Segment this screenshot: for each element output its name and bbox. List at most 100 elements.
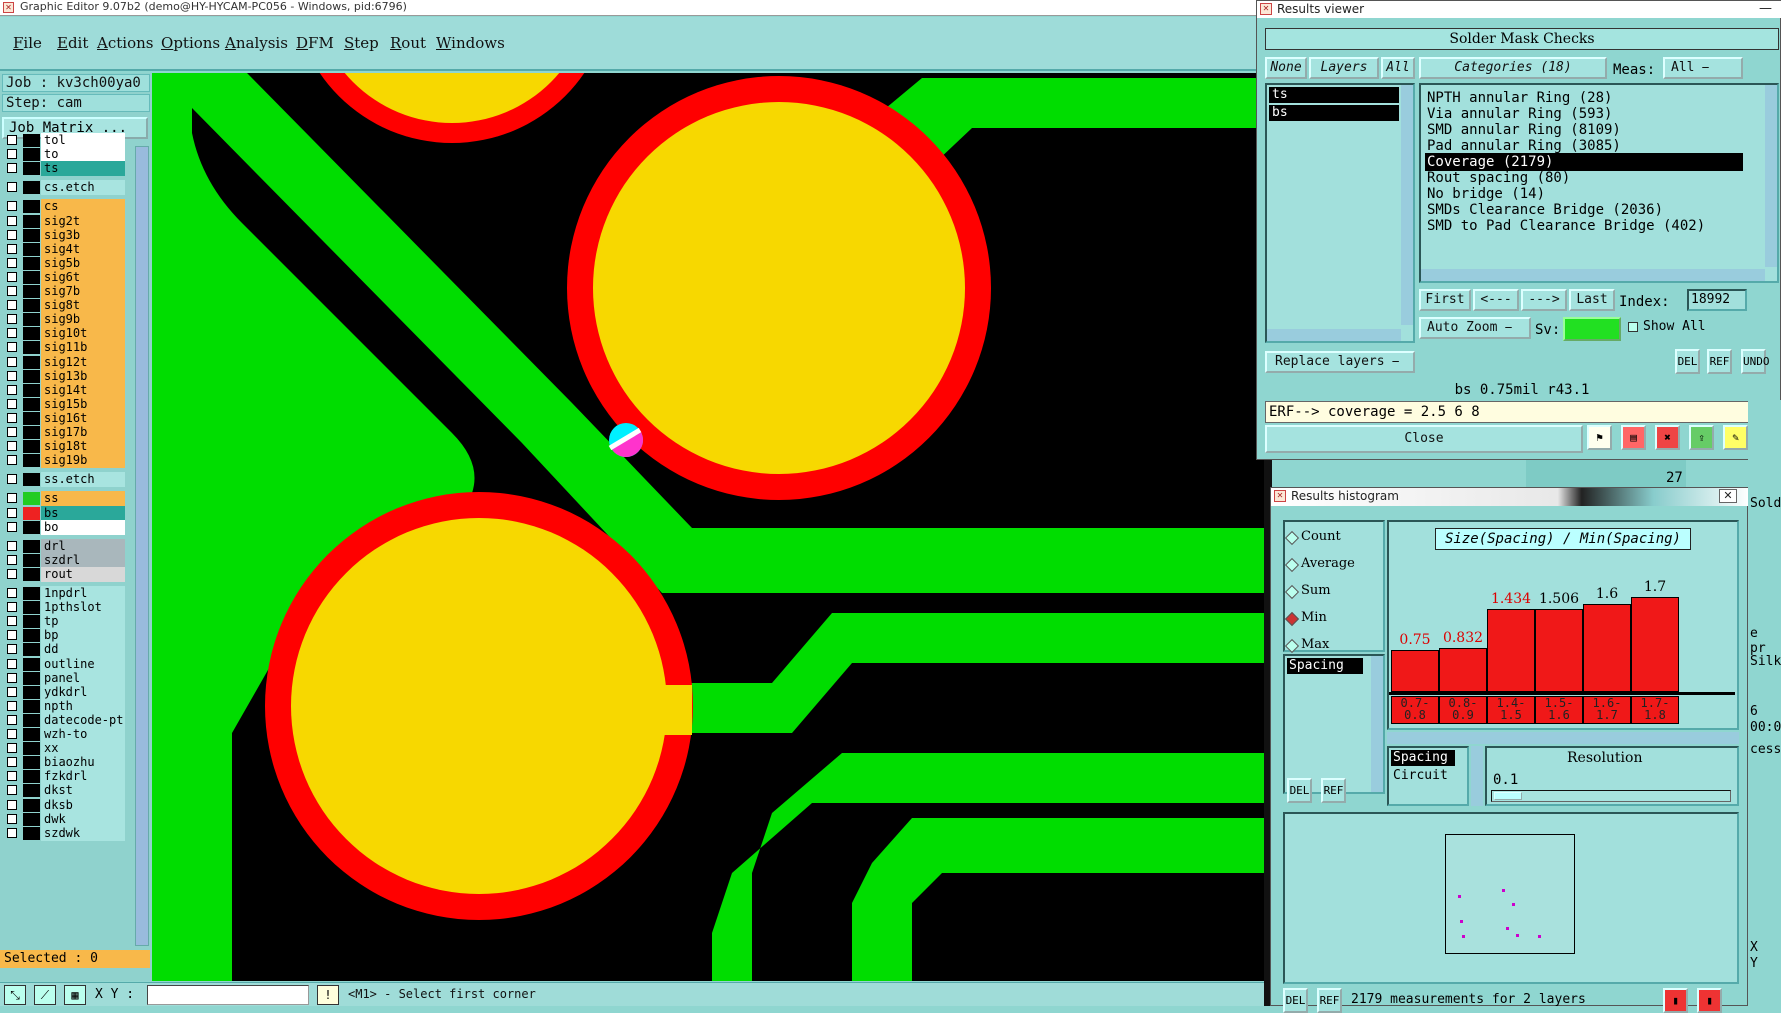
layer-name[interactable]: 1pthslot <box>41 600 125 616</box>
layer-row-sig18t[interactable]: sig18t <box>4 439 125 455</box>
layer-checkbox[interactable] <box>7 493 17 504</box>
warning-icon[interactable]: ! <box>317 985 339 1005</box>
last-button[interactable]: Last <box>1569 289 1615 311</box>
layer-row-szdrl[interactable]: szdrl <box>4 552 125 568</box>
report-icon[interactable]: ▤ <box>1621 425 1646 450</box>
layer-row-sig2t[interactable]: sig2t <box>4 213 125 229</box>
layer-row-sig14t[interactable]: sig14t <box>4 382 125 398</box>
layer-name[interactable]: szdwk <box>41 825 125 841</box>
layer-checkbox[interactable] <box>7 616 17 627</box>
layer-name[interactable]: tp <box>41 614 125 630</box>
menu-windows[interactable]: Windows <box>436 34 505 52</box>
delete-results-icon[interactable]: ✖ <box>1655 425 1680 450</box>
layer-color-swatch[interactable] <box>23 341 40 355</box>
layer-name[interactable]: sig6t <box>41 269 125 285</box>
layer-checkbox[interactable] <box>7 215 17 226</box>
layer-color-swatch[interactable] <box>23 826 40 840</box>
layer-row-panel[interactable]: panel <box>4 670 125 686</box>
layer-name[interactable]: dkst <box>41 783 125 799</box>
layer-row-cs.etch[interactable]: cs.etch <box>4 180 125 196</box>
layer-color-swatch[interactable] <box>23 784 40 798</box>
resolution-slider-thumb[interactable] <box>1494 792 1522 800</box>
layer-checkbox[interactable] <box>7 799 17 810</box>
sum-radio[interactable]: Sum <box>1285 582 1331 600</box>
layer-checkbox[interactable] <box>7 729 17 739</box>
layer-row-sig4t[interactable]: sig4t <box>4 241 125 257</box>
layer-color-swatch[interactable] <box>23 369 40 383</box>
layer-row-datecode-pt[interactable]: datecode-pt <box>4 712 125 728</box>
layer-name[interactable]: sig12t <box>41 354 125 370</box>
measure-list-scrollbar[interactable] <box>1371 656 1383 792</box>
layer-row-sig10t[interactable]: sig10t <box>4 326 125 342</box>
layer-name[interactable]: outline <box>41 656 125 672</box>
layer-checkbox[interactable] <box>7 201 17 212</box>
layer-color-swatch[interactable] <box>23 242 40 256</box>
layer-row-dwk[interactable]: dwk <box>4 811 125 827</box>
group-list-scrollbar[interactable] <box>1471 746 1483 806</box>
layer-color-swatch[interactable] <box>23 355 40 369</box>
none-button[interactable]: None <box>1265 57 1307 79</box>
index-input[interactable]: 18992 <box>1687 289 1747 311</box>
layer-name[interactable]: sig11b <box>41 340 125 356</box>
layer-color-swatch[interactable] <box>23 567 40 581</box>
layer-row-ts[interactable]: ts <box>4 161 125 177</box>
layer-checkbox[interactable] <box>7 384 17 395</box>
layer-row-sig8t[interactable]: sig8t <box>4 298 125 314</box>
layer-name[interactable]: sig16t <box>41 410 125 426</box>
replace-layers-dropdown[interactable]: Replace layers ⎯ <box>1265 351 1415 373</box>
layer-checkbox[interactable] <box>7 441 17 452</box>
layer-name[interactable]: ydkdrl <box>41 684 125 700</box>
layer-checkbox[interactable] <box>7 182 17 193</box>
layer-name[interactable]: sig13b <box>41 368 125 384</box>
layer-name[interactable]: sig14t <box>41 382 125 398</box>
layer-color-swatch[interactable] <box>23 397 40 411</box>
layer-color-swatch[interactable] <box>23 756 40 770</box>
layer-checkbox[interactable] <box>7 568 17 579</box>
layer-row-1npdrl[interactable]: 1npdrl <box>4 586 125 601</box>
layer-checkbox[interactable] <box>7 554 17 565</box>
layer-name[interactable]: ts <box>41 161 125 177</box>
histogram-bar[interactable] <box>1631 597 1679 692</box>
first-button[interactable]: First <box>1419 289 1471 311</box>
layer-color-swatch[interactable] <box>23 299 40 313</box>
layer-row-dkst[interactable]: dkst <box>4 783 125 799</box>
layer-color-swatch[interactable] <box>23 699 40 713</box>
category-list-hscrollbar[interactable] <box>1421 269 1765 281</box>
hist-ref-icon[interactable]: REF <box>1321 778 1346 803</box>
layer-row-xx[interactable]: xx <box>4 741 125 757</box>
layer-name[interactable]: sig17b <box>41 425 125 440</box>
layer-row-sig7b[interactable]: sig7b <box>4 284 125 299</box>
layer-name[interactable]: dwk <box>41 811 125 827</box>
histogram-bar[interactable] <box>1583 604 1631 692</box>
category-list-scrollbar[interactable] <box>1765 85 1777 267</box>
layer-checkbox[interactable] <box>7 370 17 381</box>
grid-icon[interactable]: ▦ <box>64 985 86 1005</box>
layer-color-swatch[interactable] <box>23 643 40 657</box>
layer-checkbox[interactable] <box>7 686 17 697</box>
layer-color-swatch[interactable] <box>23 728 40 741</box>
measure-icon[interactable]: ⟋ <box>34 985 56 1005</box>
layer-name[interactable]: sig18t <box>41 439 125 455</box>
layer-color-swatch[interactable] <box>23 134 40 147</box>
layer-color-swatch[interactable] <box>23 148 40 162</box>
layer-row-sig11b[interactable]: sig11b <box>4 340 125 356</box>
layer-row-sig17b[interactable]: sig17b <box>4 425 125 440</box>
menu-edit[interactable]: Edit <box>57 34 88 52</box>
layer-color-swatch[interactable] <box>23 313 40 327</box>
layer-row-sig15b[interactable]: sig15b <box>4 396 125 412</box>
xy-input[interactable] <box>147 985 309 1005</box>
layer-name[interactable]: dd <box>41 642 125 658</box>
layer-color-swatch[interactable] <box>23 327 40 341</box>
layer-row-sig19b[interactable]: sig19b <box>4 453 125 469</box>
ref-icon[interactable]: REF <box>1707 349 1732 374</box>
layer-color-swatch[interactable] <box>23 657 40 671</box>
layer-checkbox[interactable] <box>7 658 17 669</box>
layer-row-bo[interactable]: bo <box>4 519 125 535</box>
layer-checkbox[interactable] <box>7 540 17 551</box>
prev-button[interactable]: <--- <box>1473 289 1519 311</box>
layer-name[interactable]: datecode-pt <box>41 712 125 728</box>
layer-name[interactable]: sig4t <box>41 241 125 257</box>
histogram-bar[interactable] <box>1487 609 1535 692</box>
category-item[interactable]: SMD to Pad Clearance Bridge (402) <box>1425 217 1743 235</box>
layer-checkbox[interactable] <box>7 813 17 824</box>
